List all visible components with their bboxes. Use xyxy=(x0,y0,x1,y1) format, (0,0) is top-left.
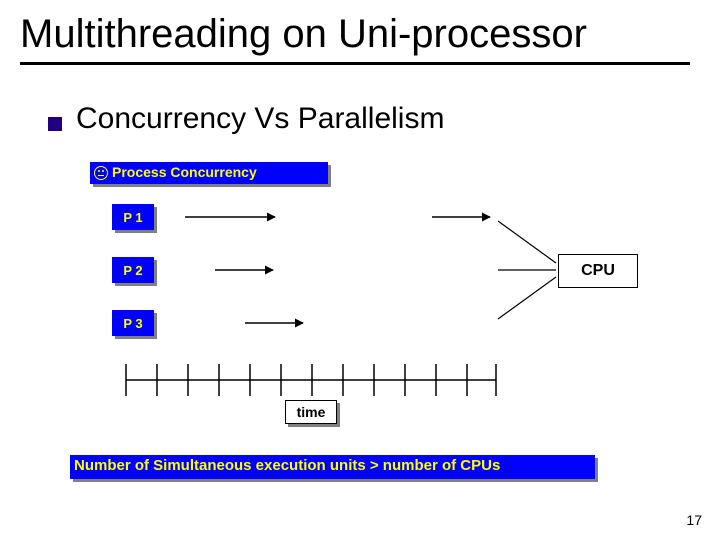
process-p1-box: P 1 xyxy=(112,204,154,230)
process-concurrency-label: Process Concurrency xyxy=(112,164,257,180)
footer-statement: Number of Simultaneous execution units >… xyxy=(70,455,595,479)
bullet-concurrency-vs-parallelism: Concurrency Vs Parallelism xyxy=(76,102,444,136)
cpu-box: CPU xyxy=(558,254,638,288)
process-concurrency-header: Process Concurrency xyxy=(90,162,328,184)
slide-title: Multithreading on Uni-processor xyxy=(20,12,587,57)
page-number: 17 xyxy=(686,512,702,528)
smiley-icon xyxy=(94,166,108,180)
process-p2-box: P 2 xyxy=(112,257,154,283)
title-underline xyxy=(20,62,690,65)
process-p3-box: P 3 xyxy=(112,310,154,336)
square-bullet-icon xyxy=(48,117,62,131)
time-label-box: time xyxy=(285,400,337,424)
